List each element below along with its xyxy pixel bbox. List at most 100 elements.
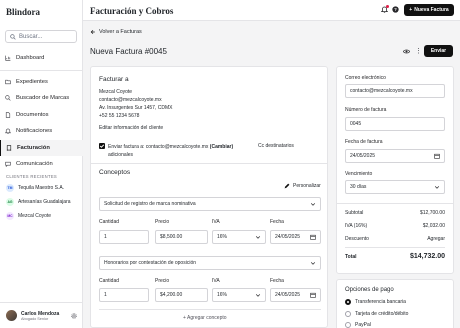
customize-button[interactable]: Personalizar [284, 183, 321, 189]
date-value: 24/05/2025 [275, 234, 301, 240]
service-value: Honorarios por contestación de oposición [104, 260, 196, 266]
sidebar-item-documentos[interactable]: Documentos [0, 107, 83, 124]
send-to-text: Enviar factura a: contacto@mezcalcoyote.… [108, 143, 256, 159]
tax-row: IVA (16%) $2,032.00 [345, 223, 445, 229]
new-invoice-button[interactable]: + Nueva Factura [404, 4, 454, 16]
invoice-details: Correo electrónico contacto@mezcalcoyote… [336, 66, 454, 274]
sidebar-item-label: Notificaciones [16, 128, 53, 135]
payment-option[interactable]: PayPal [345, 322, 371, 328]
payment-option-label: PayPal [355, 322, 371, 328]
client-avatar: TM [6, 184, 14, 192]
client-avatar: AG [6, 198, 14, 206]
due-select[interactable]: 30 días [345, 180, 445, 194]
chevron-down-icon [255, 294, 261, 297]
cc-recipients-link[interactable]: Cc destinatarios [258, 143, 294, 149]
quantity-value: 1 [104, 292, 107, 298]
invoice-number-field[interactable]: 0045 [345, 117, 445, 131]
payment-option-label: Tarjeta de crédito/débito [355, 311, 409, 317]
sidebar-item-dashboard[interactable]: Dashboard [0, 50, 83, 67]
due-label: Vencimiento [345, 171, 373, 177]
sidebar-item-comunicacion[interactable]: Comunicación [0, 156, 83, 173]
top-bar: Facturación y Cobros ? + Nueva Factura [83, 0, 460, 21]
client-email: contacto@mezcalcoyote.mx [99, 97, 162, 103]
calendar-icon [310, 234, 316, 240]
email-field[interactable]: contacto@mezcalcoyote.mx [345, 84, 445, 98]
price-input[interactable]: $8,500.00 [155, 230, 208, 244]
date-value: 24/05/2025 [275, 292, 301, 298]
pencil-icon [284, 183, 290, 189]
service-select[interactable]: Honorarios por contestación de oposición [99, 256, 321, 270]
avatar [6, 310, 17, 321]
discount-label: Descuento [345, 236, 369, 242]
price-input[interactable]: $4,200.00 [155, 288, 208, 302]
add-concept-button[interactable]: + Agregar concepto [183, 315, 227, 321]
service-value: Solicitud de registro de marca nominativ… [104, 201, 196, 207]
tax-select[interactable]: 16% [212, 230, 266, 244]
tax-label: IVA [212, 278, 220, 284]
divider [345, 247, 445, 248]
tax-label: IVA [212, 219, 220, 225]
add-concept-label: Agregar concepto [187, 315, 227, 321]
user-profile[interactable]: Carlos Mendoza Abogado Senior [0, 302, 83, 328]
recent-client-item[interactable]: AG Artesanías Guadalajara [6, 198, 71, 206]
invoice-number-label: Número de factura [345, 107, 387, 113]
tax-select[interactable]: 16% [212, 288, 266, 302]
date-input[interactable]: 24/05/2025 [270, 230, 321, 244]
sidebar-item-notificaciones[interactable]: Notificaciones [0, 123, 83, 140]
client-name: Artesanías Guadalajara [18, 199, 71, 205]
client-name: Tequila Maestro S.A. [18, 185, 65, 191]
chevron-down-icon [310, 203, 316, 206]
sidebar-item-label: Comunicación [16, 161, 53, 168]
add-discount-link[interactable]: Agregar [427, 236, 445, 242]
sidebar-item-label: Expedientes [16, 78, 48, 85]
payment-option[interactable]: Tarjeta de crédito/débito [345, 311, 408, 317]
new-invoice-label: Nueva Factura [414, 7, 449, 13]
recent-client-item[interactable]: TM Tequila Maestro S.A. [6, 184, 64, 192]
calendar-icon [434, 153, 440, 159]
gear-icon[interactable] [71, 312, 77, 319]
more-options-icon[interactable]: ⋮ [415, 47, 422, 55]
svg-text:?: ? [394, 7, 397, 12]
back-link[interactable]: Volver a Facturas [90, 29, 142, 35]
search-input[interactable]: Buscar... [5, 30, 77, 43]
sidebar: Blindora Buscar... Dashboard Expedientes… [0, 0, 83, 328]
quantity-input[interactable]: 1 [99, 230, 149, 244]
discount-row: Descuento Agregar [345, 236, 445, 242]
send-checkbox[interactable] [99, 143, 105, 149]
change-link[interactable]: (Cambiar) [210, 144, 233, 150]
edit-client-link[interactable]: Editar información del cliente [99, 125, 163, 131]
total-label: Total [345, 253, 357, 260]
check-icon [99, 144, 105, 148]
price-value: $8,500.00 [160, 234, 183, 240]
payment-option[interactable]: Transferencia bancaria [345, 299, 406, 305]
recent-client-item[interactable]: MC Mezcal Coyote [6, 212, 51, 220]
quantity-input[interactable]: 1 [99, 288, 149, 302]
search-icon [10, 33, 16, 40]
radio-selected[interactable] [345, 299, 351, 305]
invoice-number-value: 0045 [350, 121, 362, 127]
bill-to-title: Facturar a [99, 76, 129, 83]
send-button[interactable]: Enviar [424, 45, 453, 57]
service-select[interactable]: Solicitud de registro de marca nominativ… [99, 197, 321, 211]
radio[interactable] [345, 311, 351, 317]
sidebar-item-buscador[interactable]: Buscador de Marcas [0, 90, 83, 107]
client-address: Av. Insurgentes Sur 1457, CDMX [99, 105, 173, 111]
divider [91, 163, 327, 164]
date-label: Fecha [270, 278, 284, 284]
back-label: Volver a Facturas [99, 29, 142, 35]
chevron-down-icon [434, 186, 440, 189]
notification-dot [386, 5, 389, 8]
sidebar-item-expedientes[interactable]: Expedientes [0, 74, 83, 91]
total-value: $14,732.00 [409, 253, 445, 260]
arrow-left-icon [90, 29, 95, 35]
search-icon [5, 95, 11, 101]
sidebar-nav: Dashboard Expedientes Buscador de Marcas… [0, 50, 83, 173]
sidebar-item-facturacion[interactable]: Facturación [0, 139, 83, 156]
invoice-date-field[interactable]: 24/05/2025 [345, 149, 445, 163]
radio[interactable] [345, 322, 351, 328]
help-icon[interactable]: ? [392, 6, 399, 13]
quantity-value: 1 [104, 234, 107, 240]
eye-icon[interactable] [403, 48, 410, 55]
recent-clients-title: CLIENTES RECIENTES [6, 174, 58, 179]
date-input[interactable]: 24/05/2025 [270, 288, 321, 302]
